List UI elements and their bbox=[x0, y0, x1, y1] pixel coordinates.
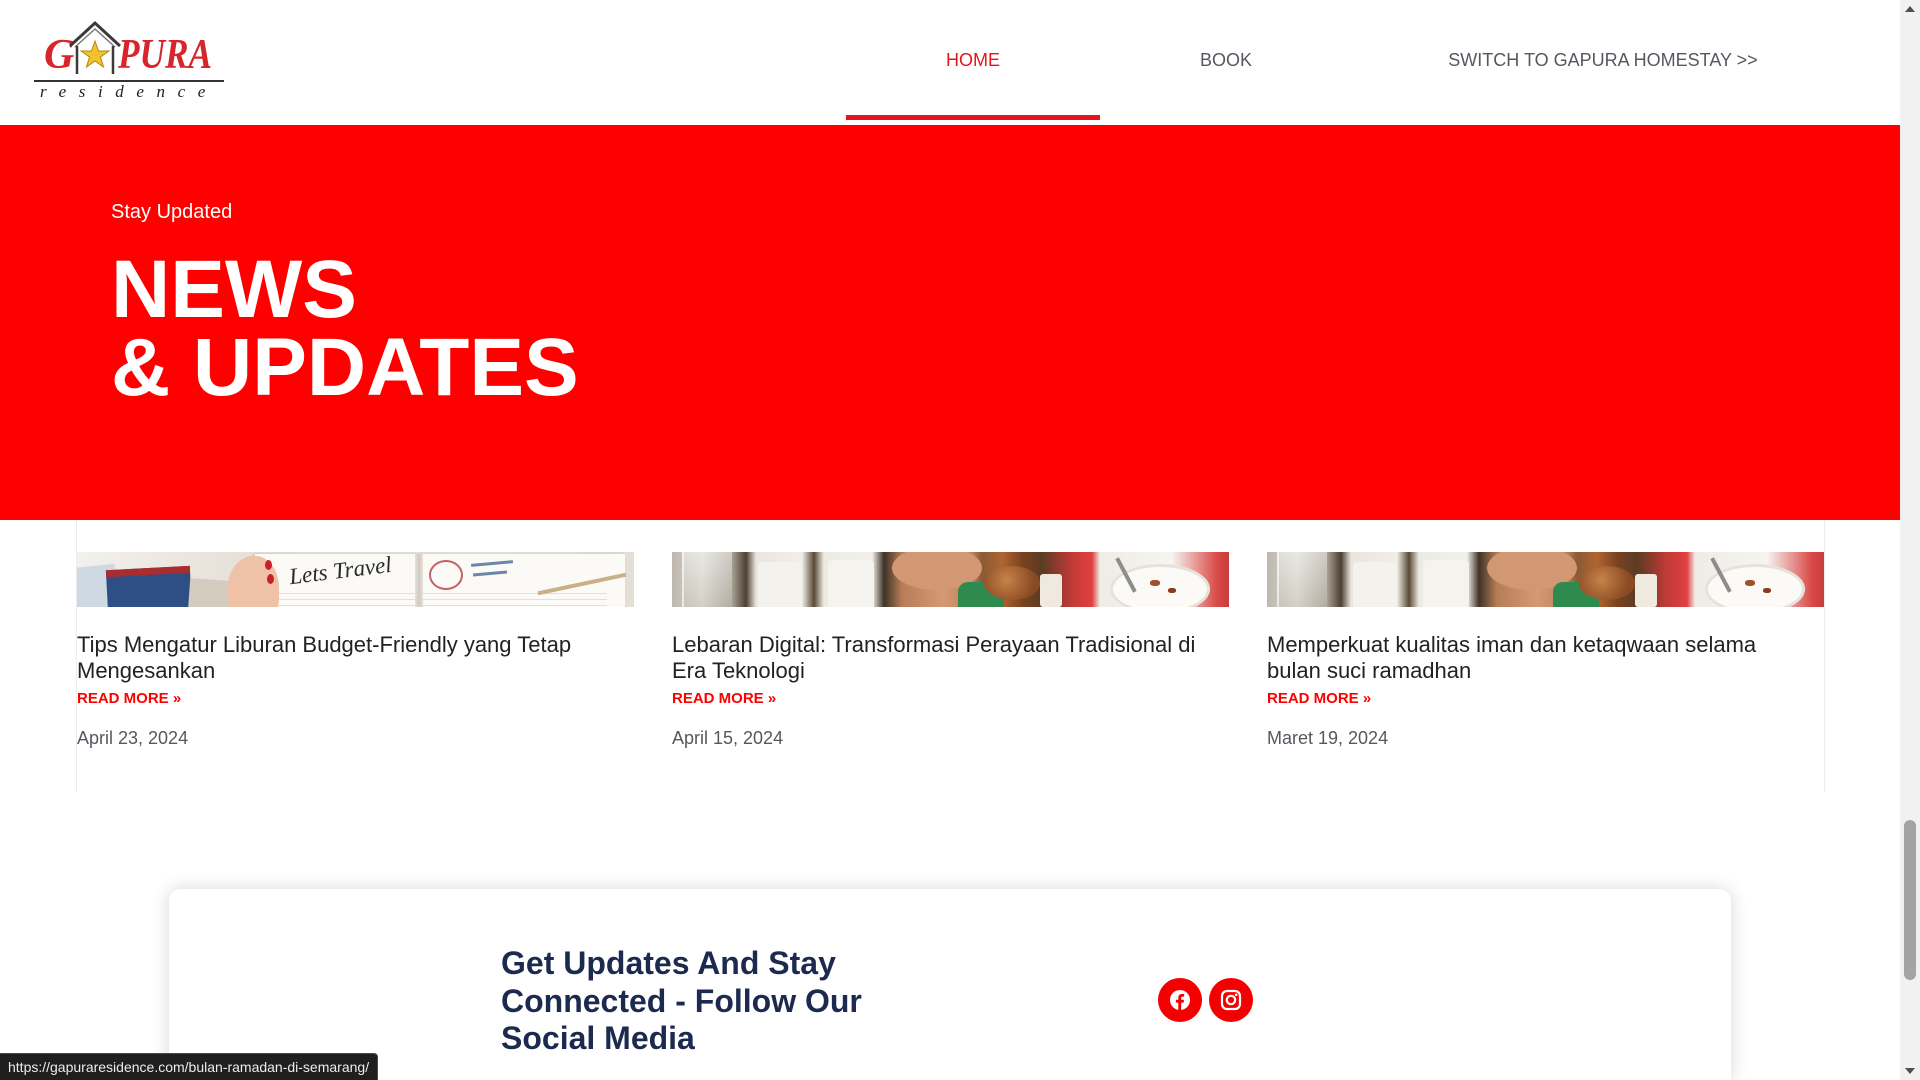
read-more-link[interactable]: READ MORE » bbox=[77, 690, 181, 708]
post-date: April 15, 2024 bbox=[672, 728, 784, 748]
post-thumbnail[interactable] bbox=[672, 552, 1229, 607]
thumbnail-detail bbox=[682, 552, 732, 607]
thumbnail-detail bbox=[415, 554, 423, 607]
post-card: Lets Travel Tips Mengatur Liburan Budget… bbox=[77, 520, 634, 792]
gapura-residence-logo[interactable]: G PURA residence bbox=[34, 20, 230, 104]
post-card: Lebaran Digital: Transformasi Perayaan T… bbox=[672, 520, 1229, 792]
thumbnail-detail bbox=[1040, 574, 1062, 607]
hero-title-line-1: NEWS bbox=[111, 244, 357, 335]
scrollbar-thumb[interactable] bbox=[1904, 820, 1916, 980]
posts-grid: Lets Travel Tips Mengatur Liburan Budget… bbox=[76, 520, 1825, 792]
scroll-down-arrow-icon[interactable] bbox=[1905, 1068, 1915, 1074]
post-thumbnail[interactable] bbox=[1267, 552, 1824, 607]
logo-letters-pura: PURA bbox=[118, 32, 213, 78]
logo-tagline: residence bbox=[40, 82, 218, 101]
thumbnail-detail bbox=[828, 560, 874, 607]
thumbnail-detail bbox=[1745, 580, 1755, 586]
facebook-button[interactable] bbox=[1158, 978, 1202, 1022]
thumbnail-detail bbox=[1579, 566, 1635, 600]
thumbnail-detail bbox=[267, 574, 274, 584]
house-star-icon bbox=[68, 20, 122, 74]
thumbnail-detail bbox=[1635, 574, 1657, 607]
post-title-link[interactable]: Lebaran Digital: Transformasi Perayaan T… bbox=[672, 632, 1202, 684]
nav-book[interactable]: BOOK bbox=[1100, 0, 1352, 120]
site-header: G PURA residence HOME BOOK SWITCH TO GAP… bbox=[0, 0, 1900, 125]
nav-switch-homestay-label: SWITCH TO GAPURA HOMESTAY >> bbox=[1448, 49, 1758, 70]
nav-switch-homestay[interactable]: SWITCH TO GAPURA HOMESTAY >> bbox=[1352, 0, 1854, 120]
thumbnail-detail bbox=[1277, 552, 1327, 607]
thumbnail-detail bbox=[429, 560, 463, 590]
post-title-link[interactable]: Tips Mengatur Liburan Budget-Friendly ya… bbox=[77, 632, 607, 684]
facebook-icon bbox=[1170, 990, 1190, 1010]
hero-title-line-2: & UPDATES bbox=[111, 322, 579, 413]
social-follow-card: Get Updates And Stay Connected - Follow … bbox=[169, 889, 1731, 1080]
nav-home-label: HOME bbox=[946, 49, 1000, 70]
post-title-link[interactable]: Memperkuat kualitas iman dan ketaqwaan s… bbox=[1267, 632, 1797, 684]
thumbnail-detail bbox=[1353, 562, 1397, 607]
thumbnail-detail bbox=[265, 560, 272, 570]
post-card: Memperkuat kualitas iman dan ketaqwaan s… bbox=[1267, 520, 1824, 792]
post-date: Maret 19, 2024 bbox=[1267, 728, 1389, 748]
instagram-button[interactable] bbox=[1209, 978, 1253, 1022]
social-follow-heading: Get Updates And Stay Connected - Follow … bbox=[501, 945, 862, 1056]
thumbnail-detail bbox=[758, 562, 802, 607]
scroll-up-arrow-icon[interactable] bbox=[1905, 6, 1915, 12]
thumbnail-detail bbox=[1168, 588, 1176, 593]
read-more-link[interactable]: READ MORE » bbox=[1267, 690, 1371, 708]
thumbnail-detail bbox=[1150, 580, 1160, 586]
main-nav: HOME BOOK SWITCH TO GAPURA HOMESTAY >> bbox=[846, 0, 1854, 120]
thumbnail-detail bbox=[1423, 560, 1469, 607]
link-preview-status-bar: https://gapuraresidence.com/bulan-ramada… bbox=[0, 1053, 379, 1080]
thumbnail-detail bbox=[1763, 588, 1771, 593]
thumbnail-detail bbox=[105, 565, 193, 607]
read-more-link[interactable]: READ MORE » bbox=[672, 690, 776, 708]
hero-title: NEWS & UPDATES bbox=[111, 244, 579, 413]
nav-book-label: BOOK bbox=[1199, 49, 1252, 70]
instagram-icon bbox=[1220, 989, 1242, 1011]
vertical-scrollbar[interactable] bbox=[1900, 0, 1920, 1080]
news-hero-banner: Stay Updated NEWS & UPDATES bbox=[0, 125, 1900, 520]
nav-home[interactable]: HOME bbox=[846, 0, 1100, 120]
hero-eyebrow: Stay Updated bbox=[111, 201, 233, 223]
post-thumbnail[interactable]: Lets Travel bbox=[77, 552, 634, 607]
thumbnail-detail bbox=[984, 566, 1040, 600]
post-date: April 23, 2024 bbox=[77, 728, 189, 748]
active-nav-underline bbox=[846, 115, 1100, 120]
